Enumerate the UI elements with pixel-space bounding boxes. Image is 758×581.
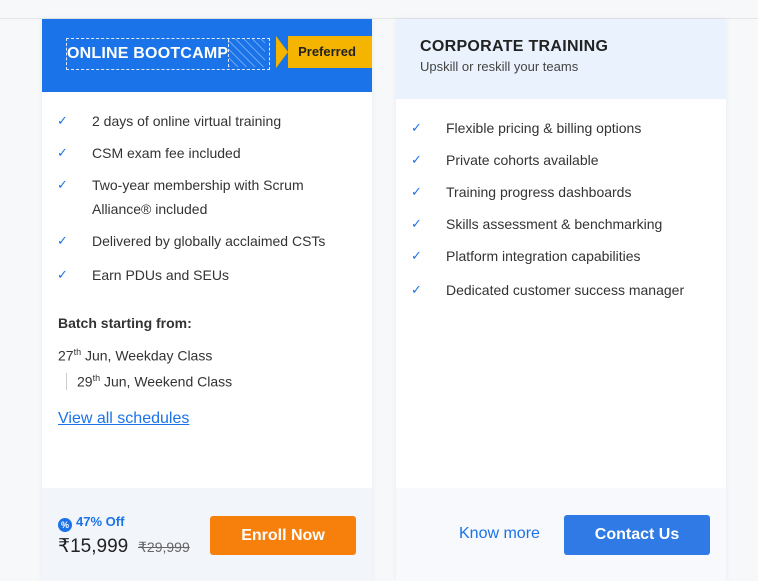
online-bootcamp-card: ONLINE BOOTCAMP Preferred ✓ 2 days of on… xyxy=(42,19,372,581)
contact-us-button[interactable]: Contact Us xyxy=(564,515,710,555)
feature-text: Delivered by globally acclaimed CSTs xyxy=(92,233,326,249)
bootcamp-header: ONLINE BOOTCAMP Preferred xyxy=(42,19,372,92)
know-more-link[interactable]: Know more xyxy=(459,525,540,543)
check-icon: ✓ xyxy=(57,145,68,160)
feature-text: Flexible pricing & billing options xyxy=(446,120,642,136)
feature-text: CSM exam fee included xyxy=(92,145,241,161)
bootcamp-footer: % 47% Off ₹15,999 ₹29,999 Enroll Now xyxy=(42,488,372,581)
feature-text: Earn PDUs and SEUs xyxy=(92,267,229,283)
feature-text: Dedicated customer success manager xyxy=(446,282,685,298)
check-icon: ✓ xyxy=(411,248,422,263)
feature-text: Private cohorts available xyxy=(446,152,599,168)
discount-badge-icon: % xyxy=(58,518,72,532)
feature-text: Skills assessment & benchmarking xyxy=(446,216,663,232)
check-icon: ✓ xyxy=(57,177,68,192)
selection-hatch xyxy=(228,39,266,67)
check-icon: ✓ xyxy=(411,152,422,167)
feature-text: 2 days of online virtual training xyxy=(92,113,282,129)
discount-label: % 47% Off xyxy=(58,514,124,532)
check-icon: ✓ xyxy=(57,113,68,128)
check-icon: ✓ xyxy=(57,267,68,282)
check-icon: ✓ xyxy=(411,282,422,297)
check-icon: ✓ xyxy=(411,120,422,135)
feature-text: Platform integration capabilities xyxy=(446,248,641,264)
batch-label: Batch starting from: xyxy=(58,315,192,331)
corporate-header: CORPORATE TRAINING Upskill or reskill yo… xyxy=(396,19,726,99)
enroll-now-button[interactable]: Enroll Now xyxy=(210,516,356,555)
original-price: ₹29,999 xyxy=(138,539,190,555)
batch-weekend: 29th Jun, Weekend Class xyxy=(66,373,232,390)
corporate-title: CORPORATE TRAINING xyxy=(420,38,609,55)
bootcamp-title: ONLINE BOOTCAMP xyxy=(67,45,229,62)
preferred-badge: Preferred xyxy=(276,36,372,68)
bootcamp-title-box: ONLINE BOOTCAMP xyxy=(66,38,271,70)
check-icon: ✓ xyxy=(411,216,422,231)
feature-text: Training progress dashboards xyxy=(446,184,632,200)
view-all-schedules-link[interactable]: View all schedules xyxy=(58,410,189,428)
corporate-subtitle: Upskill or reskill your teams xyxy=(420,59,579,74)
batch-weekday: 27th Jun, Weekday Class xyxy=(58,347,213,364)
check-icon: ✓ xyxy=(57,233,68,248)
feature-text: Two-year membership with Scrum Alliance®… xyxy=(92,177,304,217)
current-price: ₹15,999 xyxy=(58,536,129,557)
check-icon: ✓ xyxy=(411,184,422,199)
corporate-footer: Know more Contact Us xyxy=(396,488,726,581)
corporate-training-card: CORPORATE TRAINING Upskill or reskill yo… xyxy=(396,19,726,581)
